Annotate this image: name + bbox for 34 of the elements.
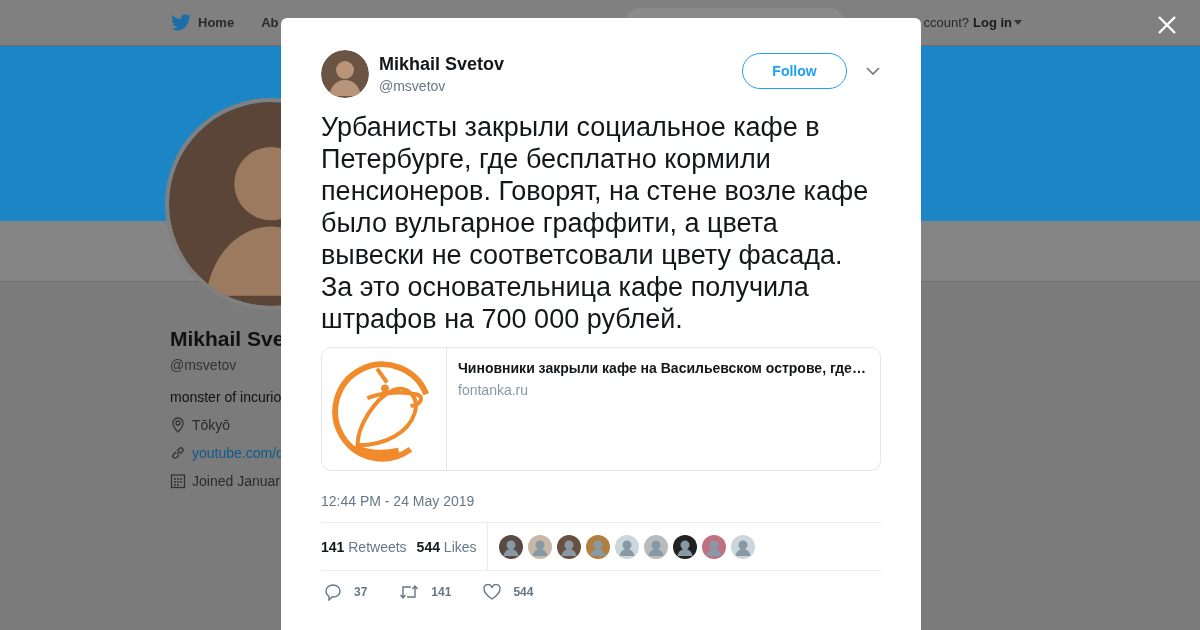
profile-joined: Joined Januar <box>192 473 280 489</box>
card-domain: fontanka.ru <box>458 382 530 398</box>
profile-handle: @msvetov <box>170 357 237 373</box>
avatar[interactable] <box>672 534 697 559</box>
action-count: 544 <box>513 585 534 599</box>
link-icon <box>170 445 186 461</box>
tweet-text: Урбанисты закрыли социальное кафе в Петербурге, где бесплатно кормили пенсионеров. Говорят, на стене возле кафе было вульгарное граффити, а цвета вывески не соответсовали цвету фасада. За это основательница кафе получила штрафов на 700 000 рублей. <box>321 111 869 335</box>
location-pin-icon <box>170 417 186 433</box>
action-count: 37 <box>354 585 368 599</box>
calendar-icon <box>170 473 186 489</box>
author-name[interactable]: Mikhail Svetov <box>379 54 742 75</box>
avatar[interactable] <box>498 534 523 559</box>
author-avatar[interactable] <box>321 50 369 98</box>
author-handle[interactable]: @msvetov <box>379 78 742 94</box>
link-card[interactable]: Чиновники закрыли кафе на Васильевском острове, где… fontanka.ru <box>321 347 881 471</box>
action-count: 141 <box>431 585 452 599</box>
stat-count[interactable]: 544 Likes <box>416 538 477 555</box>
heart-icon[interactable] <box>483 584 502 600</box>
avatar[interactable] <box>556 534 581 559</box>
tweet-timestamp: 12:44 PM - 24 May 2019 <box>321 493 476 509</box>
nav-link[interactable]: Home <box>198 15 235 30</box>
profile-bio: monster of incurio <box>170 389 282 405</box>
profile-location: Tōkyō <box>192 417 231 433</box>
retweet-icon[interactable] <box>399 584 420 600</box>
follow-button[interactable]: Follow <box>742 53 847 89</box>
login-link[interactable]: Log in <box>973 15 1012 30</box>
reply-icon[interactable] <box>324 583 342 601</box>
caret-icon[interactable] <box>1014 20 1022 25</box>
nav-link[interactable]: Ab <box>261 15 279 30</box>
stat-count[interactable]: 141 Retweets <box>321 538 407 555</box>
account-prompt: ccount? <box>923 15 969 30</box>
close-icon[interactable] <box>1157 15 1177 35</box>
card-title: Чиновники закрыли кафе на Васильевском острове, где… <box>458 360 866 376</box>
chevron-down-icon[interactable] <box>866 67 880 75</box>
